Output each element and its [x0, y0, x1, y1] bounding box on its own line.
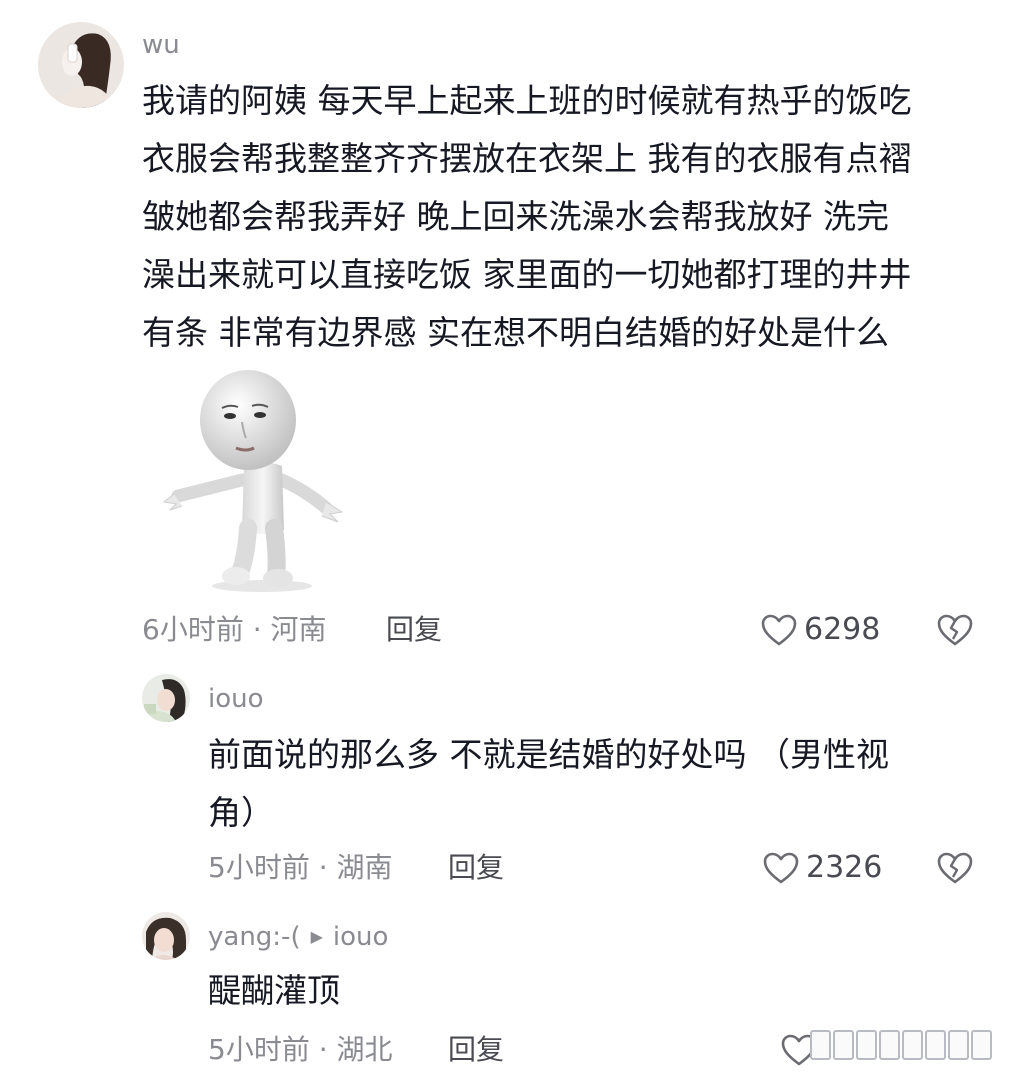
reply-button[interactable]: 回复 [448, 848, 504, 888]
like-count: 6298 [804, 612, 881, 647]
comment-username: yang:-( ▶ iouo [208, 922, 388, 955]
shrugging-figure-sticker[interactable] [150, 362, 360, 592]
watermark [810, 1030, 992, 1060]
comment-username[interactable]: iouo [208, 684, 264, 714]
comment-text-line: 衣服会帮我整整齐齐摆放在衣架上 我有的衣服有点褶 [142, 139, 912, 178]
avatar-image [142, 912, 190, 960]
reply-target[interactable]: iouo [333, 922, 389, 952]
comment-text: 醍醐灌顶 [208, 962, 340, 1020]
avatar[interactable] [142, 674, 190, 722]
comment-text-line: 前面说的那么多 不就是结婚的好处吗 （男性视 [208, 735, 889, 774]
reply-to-arrow-icon: ▶ [310, 927, 323, 946]
comment-username[interactable]: wu [142, 30, 180, 60]
comment-text-line: 我请的阿姨 每天早上起来上班的时候就有热乎的饭吃 [142, 81, 912, 120]
comment-text-line: 角） [208, 793, 274, 832]
dislike-broken-heart-icon[interactable] [936, 612, 974, 648]
dislike-broken-heart-icon[interactable] [936, 850, 974, 886]
comment-text-line: 醍醐灌顶 [208, 971, 340, 1010]
reply-button[interactable]: 回复 [386, 610, 442, 650]
avatar[interactable] [142, 912, 190, 960]
comment-meta: 5小时前 · 湖南 [208, 851, 393, 884]
reply-author[interactable]: yang:-( [208, 922, 301, 952]
avatar-image [38, 22, 124, 108]
comment-thread: wu 我请的阿姨 每天早上起来上班的时候就有热乎的饭吃 衣服会帮我整整齐齐摆放在… [0, 0, 1014, 1080]
reply-button[interactable]: 回复 [448, 1030, 504, 1070]
comment-meta: 5小时前 · 湖北 [208, 1033, 393, 1066]
heart-icon [763, 852, 799, 884]
comment-text-line: 有条 非常有边界感 实在想不明白结婚的好处是什么 [142, 313, 889, 352]
like-button[interactable]: 2326 [762, 848, 882, 888]
like-button[interactable]: 6298 [760, 610, 880, 650]
avatar[interactable] [38, 22, 124, 108]
avatar-image [142, 674, 190, 722]
comment-meta: 6小时前 · 河南 [142, 613, 327, 646]
comment-text-line: 皱她都会帮我弄好 晚上回来洗澡水会帮我放好 洗完 [142, 197, 889, 236]
comment-text-line: 澡出来就可以直接吃饭 家里面的一切她都打理的井井 [142, 255, 912, 294]
comment-text: 前面说的那么多 不就是结婚的好处吗 （男性视 角） [208, 726, 889, 842]
heart-icon [761, 614, 797, 646]
comment-text: 我请的阿姨 每天早上起来上班的时候就有热乎的饭吃 衣服会帮我整整齐齐摆放在衣架上… [142, 72, 912, 362]
like-count: 2326 [806, 850, 883, 885]
